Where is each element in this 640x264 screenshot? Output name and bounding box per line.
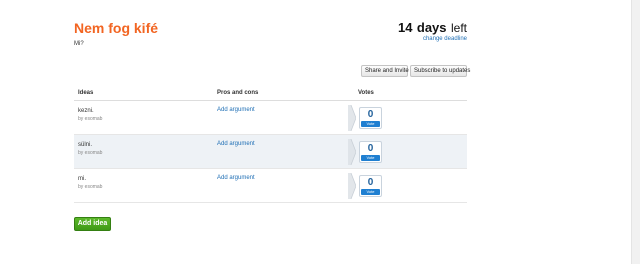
subscribe-button[interactable]: Subscribe to updates [410, 65, 470, 77]
add-argument-link[interactable]: Add argument [217, 175, 255, 181]
deadline-panel: 14 days left change deadline [347, 19, 467, 42]
deadline-count: 14 [397, 20, 413, 35]
vote-button[interactable]: Vote [361, 189, 380, 195]
column-header-pros-cons: Pros and cons [217, 90, 259, 96]
vote-arrow-icon [348, 139, 356, 165]
vote-arrow-icon [348, 173, 356, 199]
scrollbar-track[interactable] [631, 0, 640, 264]
vote-arrow-icon [348, 105, 356, 131]
vote-widget: 0 Vote [359, 107, 382, 129]
idea-name: mi. [78, 176, 86, 182]
question-description: Mi? [74, 41, 84, 47]
vote-count: 0 [367, 109, 374, 120]
add-idea-button[interactable]: Add idea [74, 217, 111, 231]
idea-name: sülni. [78, 142, 93, 148]
column-header-ideas: Ideas [78, 90, 94, 96]
vote-widget: 0 Vote [359, 175, 382, 197]
column-header-votes: Votes [358, 90, 374, 96]
add-argument-link[interactable]: Add argument [217, 141, 255, 147]
idea-name: kezni. [78, 108, 94, 114]
page-title: Nem fog kifé [74, 20, 159, 36]
vote-count: 0 [367, 143, 374, 154]
idea-author: by esomab [78, 116, 103, 122]
change-deadline-link[interactable]: change deadline [347, 36, 467, 42]
table-row: kezni. by esomab Add argument 0 Vote [74, 101, 467, 135]
table-header: Ideas Pros and cons Votes [74, 89, 467, 101]
add-argument-link[interactable]: Add argument [217, 107, 255, 113]
idea-author: by esomab [78, 150, 103, 156]
table-row: mi. by esomab Add argument 0 Vote [74, 169, 467, 203]
deadline-suffix: left [450, 21, 467, 35]
vote-button[interactable]: Vote [361, 121, 380, 127]
vote-button[interactable]: Vote [361, 155, 380, 161]
table-row: sülni. by esomab Add argument 0 Vote [74, 135, 467, 169]
vote-count: 0 [367, 177, 374, 188]
deadline-unit: days [416, 20, 447, 35]
idea-author: by esomab [78, 184, 103, 190]
vote-widget: 0 Vote [359, 141, 382, 163]
share-invite-button[interactable]: Share and Invite [361, 65, 409, 77]
